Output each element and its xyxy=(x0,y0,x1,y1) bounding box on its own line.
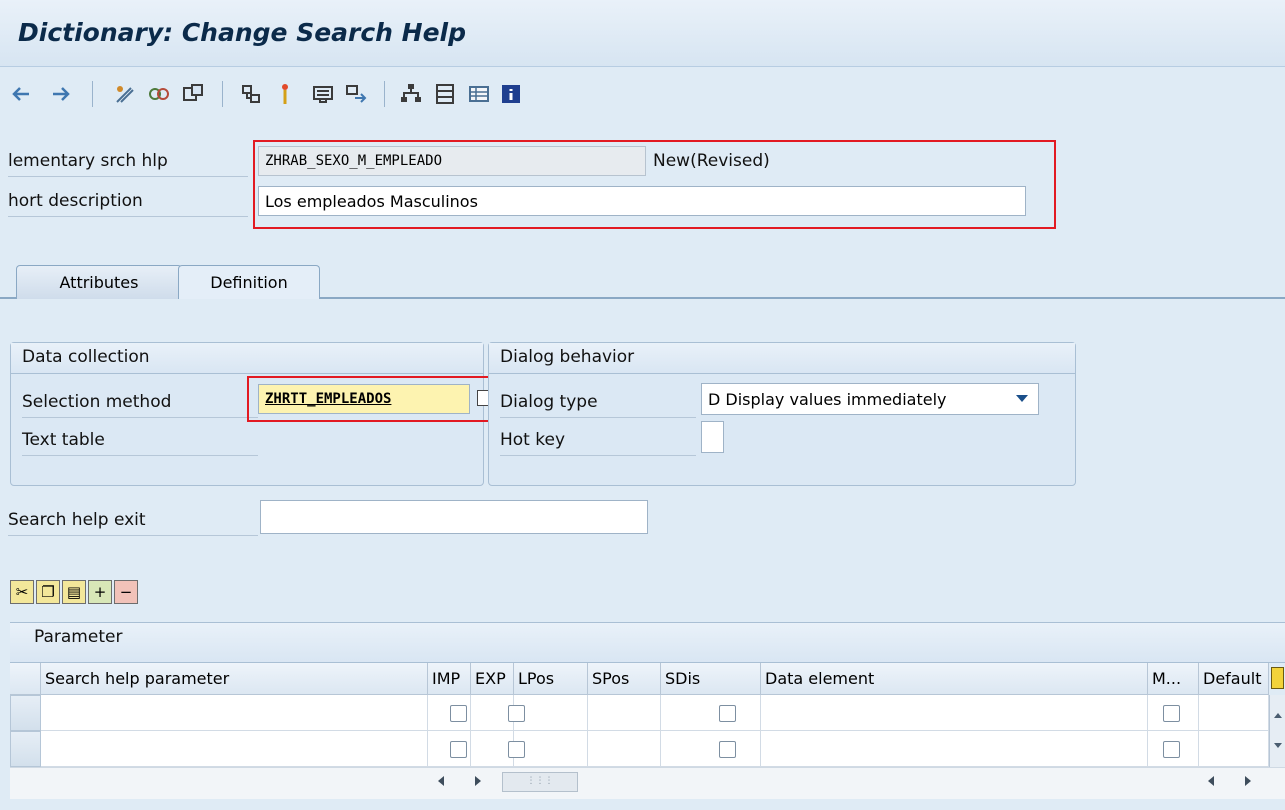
table-icon[interactable] xyxy=(466,81,492,107)
back-arrow-icon[interactable] xyxy=(8,81,34,107)
row-selector-header[interactable] xyxy=(10,663,41,695)
chevron-down-icon xyxy=(1016,395,1028,402)
data-collection-title: Data collection xyxy=(22,347,150,367)
hierarchy-icon[interactable] xyxy=(398,81,424,107)
table-cell-default[interactable] xyxy=(1199,695,1269,731)
title-bar: Dictionary: Change Search Help xyxy=(0,0,1285,67)
window-title: Dictionary: Change Search Help xyxy=(18,18,467,47)
column-header-search-help-parameter[interactable]: Search help parameter xyxy=(41,663,428,695)
short-description-input[interactable]: Los empleados Masculinos xyxy=(258,186,1026,216)
table-cell-data-element[interactable] xyxy=(761,695,1148,731)
m-checkbox[interactable] xyxy=(1163,741,1180,758)
dialog-type-value: D Display values immediately xyxy=(708,389,947,409)
hot-key-input[interactable] xyxy=(701,421,724,453)
m-checkbox[interactable] xyxy=(1163,705,1180,722)
table-cell-spos[interactable] xyxy=(588,695,661,731)
label-underline xyxy=(22,417,258,418)
scroll-right-icon[interactable] xyxy=(1245,776,1251,786)
table-cell-lpos[interactable] xyxy=(514,731,588,767)
text-table-label: Text table xyxy=(22,430,105,450)
column-settings-icon[interactable] xyxy=(1271,667,1284,689)
dialog-type-label: Dialog type xyxy=(500,392,598,412)
dialog-behavior-title: Dialog behavior xyxy=(500,347,635,367)
label-underline xyxy=(500,417,696,418)
imp-checkbox[interactable] xyxy=(450,741,467,758)
check-icon[interactable] xyxy=(146,81,172,107)
search-help-exit-input[interactable] xyxy=(260,500,648,534)
table-cell-data-element[interactable] xyxy=(761,731,1148,767)
table-cell-sdis xyxy=(661,695,761,731)
selection-method-input[interactable]: ZHRTT_EMPLEADOS xyxy=(258,384,470,414)
label-underline xyxy=(8,216,248,217)
table-cell-lpos[interactable] xyxy=(514,695,588,731)
label-underline xyxy=(8,176,248,177)
layout-icon[interactable] xyxy=(432,81,458,107)
table-cell-spos[interactable] xyxy=(588,731,661,767)
tab-definition[interactable]: Definition xyxy=(178,265,320,299)
table-cell-parameter[interactable] xyxy=(41,695,428,731)
sdis-checkbox[interactable] xyxy=(719,705,736,722)
info-icon[interactable] xyxy=(498,81,524,107)
table-cell-parameter[interactable] xyxy=(41,731,428,767)
sdis-checkbox[interactable] xyxy=(719,741,736,758)
cut-icon[interactable]: ✂ xyxy=(10,580,34,604)
imp-checkbox[interactable] xyxy=(450,705,467,722)
forward-arrow-icon[interactable] xyxy=(48,81,74,107)
column-header-sdis[interactable]: SDis xyxy=(661,663,761,695)
vertical-scrollbar[interactable] xyxy=(1269,695,1285,767)
row-selector[interactable] xyxy=(10,731,41,767)
horizontal-scroll-thumb[interactable]: ⋮⋮⋮ xyxy=(502,772,578,792)
navigate-icon[interactable] xyxy=(344,81,370,107)
scroll-left-icon[interactable] xyxy=(438,776,444,786)
column-header-imp[interactable]: IMP xyxy=(428,663,471,695)
column-header-spos[interactable]: SPos xyxy=(588,663,661,695)
where-used-icon[interactable] xyxy=(238,81,264,107)
paste-icon[interactable]: ▤ xyxy=(62,580,86,604)
delete-row-icon[interactable]: − xyxy=(114,580,138,604)
copy-icon[interactable]: ❐ xyxy=(36,580,60,604)
application-toolbar xyxy=(0,67,1285,125)
selection-method-label: Selection method xyxy=(22,392,172,412)
label-underline xyxy=(22,455,258,456)
scroll-down-icon[interactable] xyxy=(1274,743,1282,748)
tab-attributes[interactable]: Attributes xyxy=(16,265,182,299)
insert-row-icon[interactable]: + xyxy=(88,580,112,604)
label-underline xyxy=(8,535,258,536)
parameter-table-title: Parameter xyxy=(34,627,123,647)
exp-checkbox[interactable] xyxy=(508,741,525,758)
scroll-up-icon[interactable] xyxy=(1274,713,1282,718)
toolbar-separator xyxy=(384,81,385,107)
status-text: New(Revised) xyxy=(653,151,770,171)
column-header-m[interactable]: M... xyxy=(1148,663,1199,695)
display-object-icon[interactable] xyxy=(310,81,336,107)
dialog-type-select[interactable]: D Display values immediately xyxy=(701,383,1039,415)
elementary-search-help-field: ZHRAB_SEXO_M_EMPLEADO xyxy=(258,146,646,176)
hot-key-label: Hot key xyxy=(500,430,566,450)
short-description-label: hort description xyxy=(8,191,143,211)
elementary-search-help-label: lementary srch hlp xyxy=(8,151,168,171)
toolbar-separator xyxy=(92,81,93,107)
exp-checkbox[interactable] xyxy=(508,705,525,722)
column-header-exp[interactable]: EXP xyxy=(471,663,514,695)
column-header-default[interactable]: Default xyxy=(1199,663,1269,695)
display-change-icon[interactable] xyxy=(112,81,138,107)
column-header-data-element[interactable]: Data element xyxy=(761,663,1148,695)
scroll-right-icon[interactable] xyxy=(475,776,481,786)
label-underline xyxy=(500,455,696,456)
activate-icon[interactable] xyxy=(180,81,206,107)
table-cell-default[interactable] xyxy=(1199,731,1269,767)
table-footer xyxy=(10,767,1285,799)
object-list-icon[interactable] xyxy=(272,81,298,107)
table-cell-sdis xyxy=(661,731,761,767)
column-header-lpos[interactable]: LPos xyxy=(514,663,588,695)
search-help-exit-label: Search help exit xyxy=(8,510,146,530)
scroll-left-icon[interactable] xyxy=(1208,776,1214,786)
parameter-table-titlebar xyxy=(10,622,1285,663)
toolbar-separator xyxy=(222,81,223,107)
row-selector[interactable] xyxy=(10,695,41,731)
